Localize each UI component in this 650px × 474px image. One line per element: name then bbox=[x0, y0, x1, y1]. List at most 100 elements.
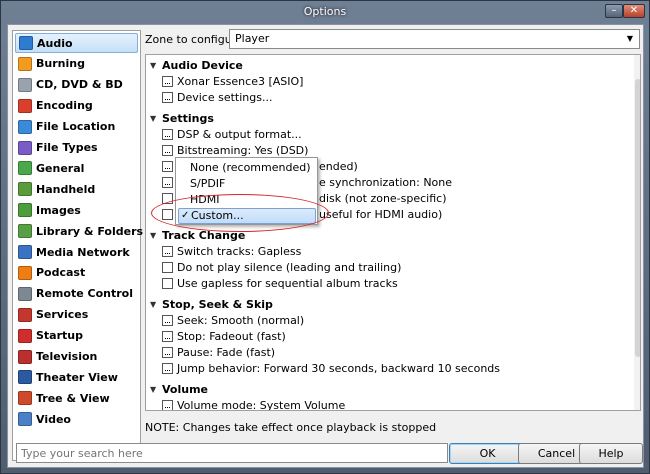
option-button[interactable] bbox=[162, 245, 173, 257]
menu-item-s-pdif[interactable]: S/PDIF bbox=[178, 176, 316, 192]
vertical-scrollbar[interactable] bbox=[634, 55, 640, 410]
general-icon bbox=[18, 161, 32, 176]
collapse-icon[interactable]: ▼ bbox=[150, 61, 162, 70]
collapse-icon[interactable]: ▼ bbox=[150, 114, 162, 123]
switch-tracks-item[interactable]: Switch tracks: Gapless bbox=[162, 243, 301, 259]
option-button[interactable] bbox=[162, 399, 173, 410]
option-button[interactable] bbox=[162, 160, 173, 172]
category-sidebar: Audio Burning CD, DVD & BD Encoding File Loc… bbox=[12, 30, 143, 461]
search-input[interactable] bbox=[16, 443, 448, 463]
sidebar-item-encoding[interactable]: Encoding bbox=[15, 96, 138, 116]
option-button[interactable] bbox=[162, 330, 173, 342]
stop-item[interactable]: Stop: Fadeout (fast) bbox=[162, 328, 286, 344]
sidebar-item-label: Media Network bbox=[36, 245, 130, 259]
option-button[interactable] bbox=[162, 362, 173, 374]
option-label: Jump behavior: Forward 30 seconds, backw… bbox=[177, 361, 501, 375]
minimize-button[interactable]: – bbox=[605, 4, 623, 18]
option-label: disk (not zone-specific) bbox=[319, 191, 447, 205]
collapse-icon[interactable]: ▼ bbox=[150, 300, 162, 309]
option-label: Pause: Fade (fast) bbox=[177, 345, 276, 359]
collapse-icon[interactable]: ▼ bbox=[150, 385, 162, 394]
sidebar-item-label: Remote Control bbox=[36, 287, 133, 301]
pause-item[interactable]: Pause: Fade (fast) bbox=[162, 344, 275, 360]
sidebar-item-remote-control[interactable]: Remote Control bbox=[15, 284, 138, 304]
section-title: Stop, Seek & Skip bbox=[162, 297, 273, 311]
menu-item-none-recommended[interactable]: None (recommended) bbox=[178, 160, 316, 176]
sidebar-item-label: General bbox=[36, 161, 85, 175]
playback-note: NOTE: Changes take effect once playback … bbox=[145, 421, 437, 434]
sidebar-item-burning[interactable]: Burning bbox=[15, 54, 138, 74]
sidebar-item-label: Services bbox=[36, 308, 89, 322]
no-silence-checkbox-row[interactable]: Do not play silence (leading and trailin… bbox=[162, 259, 401, 275]
sidebar-item-handheld[interactable]: Handheld bbox=[15, 179, 138, 199]
sidebar-item-podcast[interactable]: Podcast bbox=[15, 263, 138, 283]
zone-select-value: Player bbox=[235, 32, 270, 45]
volume-mode-item[interactable]: Volume mode: System Volume bbox=[162, 397, 345, 410]
sidebar-item-label: Audio bbox=[37, 36, 73, 50]
bitstreaming-item[interactable]: Bitstreaming: Yes (DSD) bbox=[162, 142, 308, 158]
device-settings-item[interactable]: Device settings... bbox=[162, 89, 272, 105]
option-label: ended) bbox=[319, 159, 358, 173]
menu-item-label: None (recommended) bbox=[190, 161, 311, 174]
sidebar-item-general[interactable]: General bbox=[15, 158, 138, 178]
sidebar-item-tree-view[interactable]: Tree & View bbox=[15, 388, 138, 408]
menu-item-label: S/PDIF bbox=[190, 177, 226, 190]
option-label: Stop: Fadeout (fast) bbox=[177, 329, 286, 343]
sidebar-item-label: Startup bbox=[36, 329, 83, 343]
scrollbar-thumb[interactable] bbox=[635, 79, 640, 357]
sidebar-item-audio[interactable]: Audio bbox=[15, 33, 138, 53]
gapless-sequential-checkbox-row[interactable]: Use gapless for sequential album tracks bbox=[162, 275, 398, 291]
option-label: Bitstreaming: Yes (DSD) bbox=[177, 143, 309, 157]
option-button[interactable] bbox=[162, 176, 173, 188]
dsp-output-item[interactable]: DSP & output format... bbox=[162, 126, 302, 142]
encoding-icon bbox=[18, 98, 32, 113]
sidebar-item-file-types[interactable]: File Types bbox=[15, 138, 138, 158]
sidebar-item-media-network[interactable]: Media Network bbox=[15, 242, 138, 262]
sidebar-item-label: File Types bbox=[36, 141, 98, 154]
section-title: Audio Device bbox=[162, 58, 243, 72]
sidebar-item-video[interactable]: Video bbox=[15, 409, 138, 429]
sidebar-item-label: Burning bbox=[36, 57, 85, 71]
sidebar-item-label: Images bbox=[36, 203, 81, 217]
checkbox[interactable] bbox=[162, 261, 173, 273]
sidebar-item-library-folders[interactable]: Library & Folders bbox=[15, 221, 143, 241]
zone-select[interactable]: Player ▼ bbox=[229, 29, 640, 49]
title-bar[interactable]: Options – ✕ bbox=[1, 1, 649, 23]
options-window: Options – ✕ Audio Burning CD, DVD & BD Enco… bbox=[0, 0, 650, 474]
sidebar-item-file-location[interactable]: File Location bbox=[15, 117, 138, 137]
section-audio-device[interactable]: ▼ Audio Device bbox=[150, 57, 243, 73]
jump-behavior-item[interactable]: Jump behavior: Forward 30 seconds, backw… bbox=[162, 360, 500, 376]
sidebar-item-services[interactable]: Services bbox=[15, 305, 138, 325]
ok-button[interactable]: OK bbox=[449, 443, 526, 464]
help-button[interactable]: Help bbox=[579, 443, 643, 464]
option-button[interactable] bbox=[162, 128, 173, 140]
file-location-icon bbox=[18, 119, 32, 134]
option-button[interactable] bbox=[162, 75, 173, 87]
tree-view-icon bbox=[18, 391, 32, 406]
sidebar-item-theater-view[interactable]: Theater View bbox=[15, 367, 138, 387]
sidebar-item-startup[interactable]: Startup bbox=[15, 326, 138, 346]
seek-item[interactable]: Seek: Smooth (normal) bbox=[162, 312, 304, 328]
sidebar-item-cd-dvd-bd[interactable]: CD, DVD & BD bbox=[15, 75, 138, 95]
section-stop-seek-skip[interactable]: ▼ Stop, Seek & Skip bbox=[150, 296, 273, 312]
close-button[interactable]: ✕ bbox=[623, 4, 645, 18]
option-button[interactable] bbox=[162, 91, 173, 103]
dialog-client: Audio Burning CD, DVD & BD Encoding File Loc… bbox=[7, 24, 644, 468]
option-button[interactable] bbox=[162, 346, 173, 358]
sidebar-item-images[interactable]: Images bbox=[15, 200, 138, 220]
option-button[interactable] bbox=[162, 144, 173, 156]
sidebar-item-label: Podcast bbox=[36, 266, 86, 280]
burning-icon bbox=[18, 56, 32, 71]
option-button[interactable] bbox=[162, 314, 173, 326]
chevron-down-icon[interactable]: ▼ bbox=[623, 31, 637, 47]
option-label: Xonar Essence3 [ASIO] bbox=[177, 74, 304, 88]
option-label: e synchronization: None bbox=[319, 175, 453, 189]
checkbox[interactable] bbox=[162, 277, 173, 289]
sidebar-item-label: Tree & View bbox=[36, 391, 110, 405]
sidebar-item-television[interactable]: Television bbox=[15, 347, 138, 367]
audio-device-item[interactable]: Xonar Essence3 [ASIO] bbox=[162, 73, 303, 89]
section-volume[interactable]: ▼ Volume bbox=[150, 381, 208, 397]
settings-tree: ▼ Audio Device Xonar Essence3 [ASIO] Devi… bbox=[145, 54, 641, 411]
section-settings[interactable]: ▼ Settings bbox=[150, 110, 214, 126]
collapse-icon[interactable]: ▼ bbox=[150, 231, 162, 240]
